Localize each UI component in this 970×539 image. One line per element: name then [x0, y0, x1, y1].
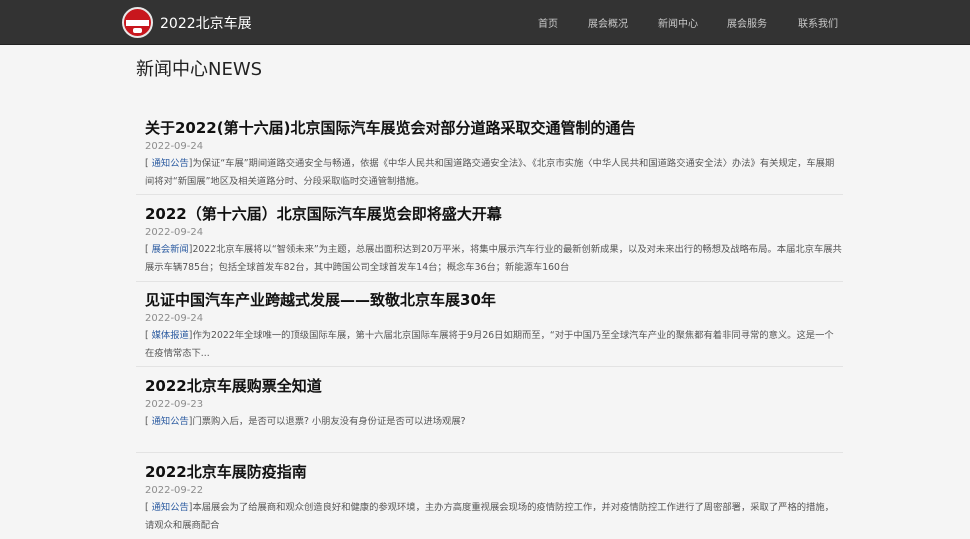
news-title-link[interactable]: 见证中国汽车产业跨越式发展——致敬北京车展30年: [145, 289, 496, 310]
auto-china-logo-icon: [122, 7, 153, 38]
news-item: 见证中国汽车产业跨越式发展——致敬北京车展30年 2022-09-24 [ 媒体…: [136, 289, 843, 367]
news-title-link[interactable]: 2022北京车展防疫指南: [145, 461, 307, 482]
news-date: 2022-09-23: [145, 399, 204, 410]
news-item: 2022（第十六届）北京国际汽车展览会即将盛大开幕 2022-09-24 [ 展…: [136, 203, 843, 282]
news-item: 2022北京车展购票全知道 2022-09-23 [ 通知公告]门票购入后，是否…: [136, 375, 843, 453]
news-category-link[interactable]: 通知公告: [152, 416, 189, 427]
news-date: 2022-09-24: [145, 227, 204, 238]
news-category-link[interactable]: 媒体报道: [152, 330, 189, 341]
brand-name: 2022北京车展: [160, 15, 252, 32]
news-summary: [ 通知公告]本届展会为了给展商和观众创造良好和健康的参观环境，主办方高度重视展…: [145, 502, 834, 531]
nav-item-services[interactable]: 展会服务: [727, 15, 767, 30]
news-date: 2022-09-24: [145, 141, 204, 152]
top-navbar: 2022北京车展 首页 展会概况 新闻中心 展会服务 联系我们: [0, 0, 970, 45]
news-title-link[interactable]: 2022（第十六届）北京国际汽车展览会即将盛大开幕: [145, 203, 502, 224]
nav-item-contact[interactable]: 联系我们: [798, 15, 838, 30]
news-category-link[interactable]: 通知公告: [152, 158, 189, 169]
news-summary: [ 媒体报道]作为2022年全球唯一的顶级国际车展，第十六届北京国际车展将于9月…: [145, 330, 834, 359]
news-summary-text: 2022北京车展将以“智领未来”为主题，总展出面积达到20万平米，将集中展示汽车…: [145, 244, 842, 273]
news-summary-text: 为保证“车展”期间道路交通安全与畅通，依据《中华人民共和国道路交通安全法》、《北…: [145, 158, 835, 187]
news-summary-text: 本届展会为了给展商和观众创造良好和健康的参观环境，主办方高度重视展会现场的疫情防…: [145, 502, 834, 531]
news-date: 2022-09-22: [145, 485, 204, 496]
nav-item-overview[interactable]: 展会概况: [588, 15, 628, 30]
news-summary-text: 门票购入后，是否可以退票? 小朋友没有身份证是否可以进场观展?: [192, 416, 466, 427]
news-title-link[interactable]: 2022北京车展购票全知道: [145, 375, 322, 396]
news-title-link[interactable]: 关于2022(第十六届)北京国际汽车展览会对部分道路采取交通管制的通告: [145, 117, 635, 138]
news-summary-text: 作为2022年全球唯一的顶级国际车展，第十六届北京国际车展将于9月26日如期而至…: [145, 330, 834, 359]
news-item: 2022北京车展防疫指南 2022-09-22 [ 通知公告]本届展会为了给展商…: [136, 461, 843, 539]
news-category-link[interactable]: 展会新闻: [152, 244, 189, 255]
news-item: 关于2022(第十六届)北京国际汽车展览会对部分道路采取交通管制的通告 2022…: [136, 117, 843, 195]
nav-item-news[interactable]: 新闻中心: [658, 15, 698, 30]
page-title: 新闻中心NEWS: [136, 59, 263, 80]
news-summary: [ 通知公告]门票购入后，是否可以退票? 小朋友没有身份证是否可以进场观展?: [145, 416, 466, 427]
news-date: 2022-09-24: [145, 313, 204, 324]
news-summary: [ 展会新闻]2022北京车展将以“智领未来”为主题，总展出面积达到20万平米，…: [145, 244, 842, 273]
news-category-link[interactable]: 通知公告: [152, 502, 189, 513]
news-summary: [ 通知公告]为保证“车展”期间道路交通安全与畅通，依据《中华人民共和国道路交通…: [145, 158, 835, 187]
nav-item-home[interactable]: 首页: [538, 15, 558, 30]
brand-link[interactable]: 2022北京车展: [122, 6, 252, 39]
